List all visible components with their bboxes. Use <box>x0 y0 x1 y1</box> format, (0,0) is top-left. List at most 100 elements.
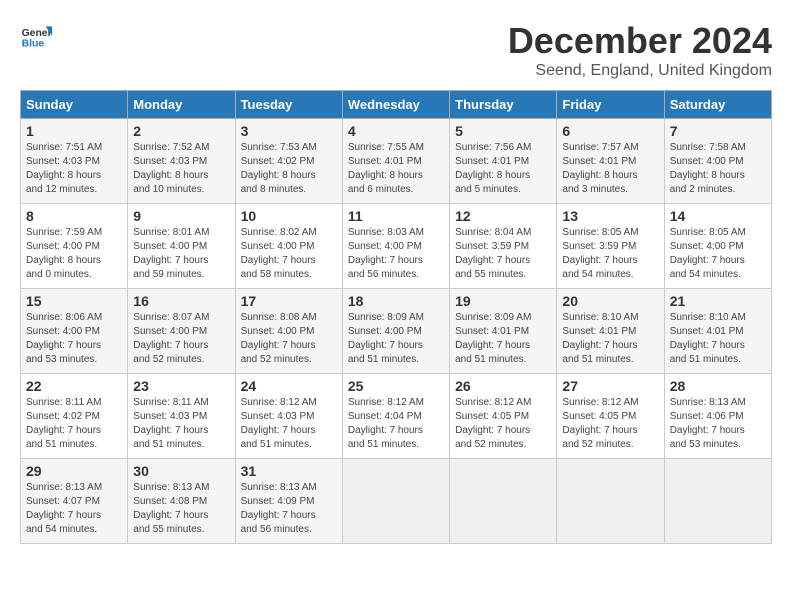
calendar-cell: 5 Sunrise: 7:56 AM Sunset: 4:01 PM Daylig… <box>450 119 557 204</box>
day-info: Sunrise: 8:12 AM Sunset: 4:04 PM Dayligh… <box>348 396 444 452</box>
day-number: 21 <box>670 293 766 309</box>
day-info: Sunrise: 7:52 AM Sunset: 4:03 PM Dayligh… <box>133 141 229 197</box>
day-info: Sunrise: 8:05 AM Sunset: 3:59 PM Dayligh… <box>562 226 658 282</box>
location-subtitle: Seend, England, United Kingdom <box>508 62 772 80</box>
day-info: Sunrise: 8:10 AM Sunset: 4:01 PM Dayligh… <box>562 311 658 367</box>
day-of-week-header: Thursday <box>450 91 557 119</box>
day-info: Sunrise: 8:13 AM Sunset: 4:08 PM Dayligh… <box>133 481 229 537</box>
calendar-cell: 25Sunrise: 8:12 AM Sunset: 4:04 PM Dayli… <box>342 374 449 459</box>
day-number: 4 <box>348 123 444 139</box>
day-of-week-header: Saturday <box>664 91 771 119</box>
calendar-week-row: 8 Sunrise: 7:59 AM Sunset: 4:00 PM Daylig… <box>21 204 772 289</box>
day-number: 23 <box>133 378 229 394</box>
day-info: Sunrise: 8:04 AM Sunset: 3:59 PM Dayligh… <box>455 226 551 282</box>
day-number: 13 <box>562 208 658 224</box>
calendar-cell: 6 Sunrise: 7:57 AM Sunset: 4:01 PM Daylig… <box>557 119 664 204</box>
month-title: December 2024 <box>508 20 772 62</box>
day-number: 15 <box>26 293 122 309</box>
day-info: Sunrise: 8:03 AM Sunset: 4:00 PM Dayligh… <box>348 226 444 282</box>
day-number: 17 <box>241 293 337 309</box>
day-info: Sunrise: 7:58 AM Sunset: 4:00 PM Dayligh… <box>670 141 766 197</box>
svg-text:Blue: Blue <box>22 38 45 49</box>
day-info: Sunrise: 7:59 AM Sunset: 4:00 PM Dayligh… <box>26 226 122 282</box>
calendar-cell: 3Sunrise: 7:53 AM Sunset: 4:02 PM Daylig… <box>235 119 342 204</box>
calendar-cell: 16 Sunrise: 8:07 AM Sunset: 4:00 PM Dayli… <box>128 289 235 374</box>
calendar-cell: 10Sunrise: 8:02 AM Sunset: 4:00 PM Dayli… <box>235 204 342 289</box>
day-info: Sunrise: 8:05 AM Sunset: 4:00 PM Dayligh… <box>670 226 766 282</box>
calendar-cell: 17 Sunrise: 8:08 AM Sunset: 4:00 PM Dayli… <box>235 289 342 374</box>
day-info: Sunrise: 7:53 AM Sunset: 4:02 PM Dayligh… <box>241 141 337 197</box>
day-number: 12 <box>455 208 551 224</box>
calendar-cell: 1 Sunrise: 7:51 AM Sunset: 4:03 PM Daylig… <box>21 119 128 204</box>
day-number: 31 <box>241 463 337 479</box>
calendar-cell <box>557 459 664 544</box>
day-info: Sunrise: 8:08 AM Sunset: 4:00 PM Dayligh… <box>241 311 337 367</box>
day-info: Sunrise: 8:13 AM Sunset: 4:09 PM Dayligh… <box>241 481 337 537</box>
calendar-table: SundayMondayTuesdayWednesdayThursdayFrid… <box>20 90 772 544</box>
day-info: Sunrise: 8:13 AM Sunset: 4:06 PM Dayligh… <box>670 396 766 452</box>
day-info: Sunrise: 7:51 AM Sunset: 4:03 PM Dayligh… <box>26 141 122 197</box>
day-info: Sunrise: 8:10 AM Sunset: 4:01 PM Dayligh… <box>670 311 766 367</box>
day-info: Sunrise: 8:12 AM Sunset: 4:03 PM Dayligh… <box>241 396 337 452</box>
day-of-week-header: Monday <box>128 91 235 119</box>
calendar-cell: 28 Sunrise: 8:13 AM Sunset: 4:06 PM Dayli… <box>664 374 771 459</box>
day-info: Sunrise: 8:02 AM Sunset: 4:00 PM Dayligh… <box>241 226 337 282</box>
calendar-cell: 26Sunrise: 8:12 AM Sunset: 4:05 PM Dayli… <box>450 374 557 459</box>
day-of-week-header: Sunday <box>21 91 128 119</box>
day-number: 26 <box>455 378 551 394</box>
day-info: Sunrise: 7:57 AM Sunset: 4:01 PM Dayligh… <box>562 141 658 197</box>
calendar-cell: 22Sunrise: 8:11 AM Sunset: 4:02 PM Dayli… <box>21 374 128 459</box>
calendar-cell: 12 Sunrise: 8:04 AM Sunset: 3:59 PM Dayli… <box>450 204 557 289</box>
day-info: Sunrise: 7:56 AM Sunset: 4:01 PM Dayligh… <box>455 141 551 197</box>
day-info: Sunrise: 8:09 AM Sunset: 4:01 PM Dayligh… <box>455 311 551 367</box>
calendar-cell: 9 Sunrise: 8:01 AM Sunset: 4:00 PM Daylig… <box>128 204 235 289</box>
day-number: 28 <box>670 378 766 394</box>
day-number: 16 <box>133 293 229 309</box>
calendar-cell: 15 Sunrise: 8:06 AM Sunset: 4:00 PM Dayli… <box>21 289 128 374</box>
day-number: 6 <box>562 123 658 139</box>
day-number: 11 <box>348 208 444 224</box>
day-number: 7 <box>670 123 766 139</box>
calendar-cell: 13 Sunrise: 8:05 AM Sunset: 3:59 PM Dayli… <box>557 204 664 289</box>
day-of-week-header: Tuesday <box>235 91 342 119</box>
day-of-week-header: Wednesday <box>342 91 449 119</box>
calendar-cell <box>450 459 557 544</box>
day-number: 30 <box>133 463 229 479</box>
calendar-cell: 14 Sunrise: 8:05 AM Sunset: 4:00 PM Dayli… <box>664 204 771 289</box>
calendar-cell: 31 Sunrise: 8:13 AM Sunset: 4:09 PM Dayli… <box>235 459 342 544</box>
calendar-header-row: SundayMondayTuesdayWednesdayThursdayFrid… <box>21 91 772 119</box>
calendar-cell: 29 Sunrise: 8:13 AM Sunset: 4:07 PM Dayli… <box>21 459 128 544</box>
day-info: Sunrise: 7:55 AM Sunset: 4:01 PM Dayligh… <box>348 141 444 197</box>
calendar-cell: 18Sunrise: 8:09 AM Sunset: 4:00 PM Dayli… <box>342 289 449 374</box>
logo: General Blue <box>20 20 52 52</box>
calendar-cell: 2 Sunrise: 7:52 AM Sunset: 4:03 PM Daylig… <box>128 119 235 204</box>
calendar-week-row: 15 Sunrise: 8:06 AM Sunset: 4:00 PM Dayli… <box>21 289 772 374</box>
day-info: Sunrise: 8:09 AM Sunset: 4:00 PM Dayligh… <box>348 311 444 367</box>
day-number: 9 <box>133 208 229 224</box>
logo-icon: General Blue <box>20 20 52 52</box>
day-number: 14 <box>670 208 766 224</box>
calendar-cell: 24Sunrise: 8:12 AM Sunset: 4:03 PM Dayli… <box>235 374 342 459</box>
day-info: Sunrise: 8:01 AM Sunset: 4:00 PM Dayligh… <box>133 226 229 282</box>
day-info: Sunrise: 8:11 AM Sunset: 4:02 PM Dayligh… <box>26 396 122 452</box>
calendar-cell: 23Sunrise: 8:11 AM Sunset: 4:03 PM Dayli… <box>128 374 235 459</box>
day-number: 8 <box>26 208 122 224</box>
day-number: 20 <box>562 293 658 309</box>
day-number: 1 <box>26 123 122 139</box>
day-info: Sunrise: 8:06 AM Sunset: 4:00 PM Dayligh… <box>26 311 122 367</box>
calendar-cell: 8 Sunrise: 7:59 AM Sunset: 4:00 PM Daylig… <box>21 204 128 289</box>
day-number: 2 <box>133 123 229 139</box>
calendar-cell: 7 Sunrise: 7:58 AM Sunset: 4:00 PM Daylig… <box>664 119 771 204</box>
svg-text:General: General <box>22 28 52 39</box>
day-number: 5 <box>455 123 551 139</box>
calendar-week-row: 22Sunrise: 8:11 AM Sunset: 4:02 PM Dayli… <box>21 374 772 459</box>
day-number: 29 <box>26 463 122 479</box>
calendar-cell: 20 Sunrise: 8:10 AM Sunset: 4:01 PM Dayli… <box>557 289 664 374</box>
day-info: Sunrise: 8:07 AM Sunset: 4:00 PM Dayligh… <box>133 311 229 367</box>
day-info: Sunrise: 8:12 AM Sunset: 4:05 PM Dayligh… <box>562 396 658 452</box>
calendar-cell: 19Sunrise: 8:09 AM Sunset: 4:01 PM Dayli… <box>450 289 557 374</box>
day-info: Sunrise: 8:13 AM Sunset: 4:07 PM Dayligh… <box>26 481 122 537</box>
header: General Blue December 2024 Seend, Englan… <box>20 20 772 80</box>
title-area: December 2024 Seend, England, United Kin… <box>508 20 772 80</box>
day-of-week-header: Friday <box>557 91 664 119</box>
